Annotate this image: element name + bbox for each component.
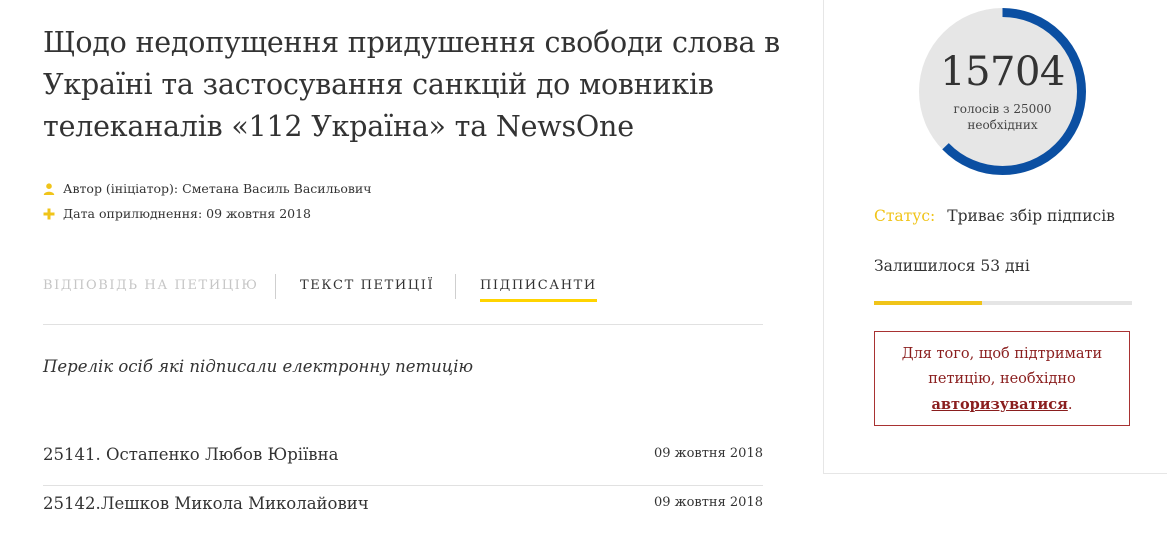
petition-author: Автор (ініціатор): Сметана Василь Василь… xyxy=(43,181,372,196)
petition-date: Дата оприлюднення: 09 жовтня 2018 xyxy=(43,206,311,221)
petition-sidebar: 15704 голосів з 25000 необхідних Статус:… xyxy=(823,0,1167,474)
petition-tabs: ВІДПОВІДЬ НА ПЕТИЦІЮ ТЕКСТ ПЕТИЦІЇ ПІДПИ… xyxy=(43,274,763,304)
signature-gauge: 15704 голосів з 25000 необхідних xyxy=(915,4,1090,179)
status-value: Триває збір підписів xyxy=(947,207,1115,225)
signature-goal-line2: необхідних xyxy=(967,118,1038,132)
author-name: Сметана Василь Васильович xyxy=(182,181,372,196)
signer-name: 25141. Остапенко Любов Юріївна xyxy=(43,445,339,464)
auth-notice-text: Для того, щоб підтримати петицію, необхі… xyxy=(901,346,1103,387)
tab-divider xyxy=(455,274,456,299)
days-remaining: Залишилося 53 дні xyxy=(874,257,1030,275)
signature-count: 15704 xyxy=(940,49,1065,95)
auth-notice-period: . xyxy=(1067,397,1073,413)
time-progress-fill xyxy=(874,301,983,305)
signature-goal: голосів з 25000 необхідних xyxy=(915,101,1090,133)
login-link[interactable]: авторизуватися xyxy=(932,396,1068,413)
tab-signers[interactable]: ПІДПИСАНТИ xyxy=(480,278,597,302)
author-label: Автор (ініціатор): xyxy=(63,181,179,196)
petition-status: Статус: Триває збір підписів xyxy=(874,207,1115,225)
tab-answer[interactable]: ВІДПОВІДЬ НА ПЕТИЦІЮ xyxy=(43,278,259,293)
tabs-divider xyxy=(43,324,763,325)
signature-goal-line1: голосів з 25000 xyxy=(953,102,1052,116)
signer-date: 09 жовтня 2018 xyxy=(653,446,763,461)
tab-divider xyxy=(275,274,276,299)
signer-date: 09 жовтня 2018 xyxy=(653,495,763,510)
date-value: 09 жовтня 2018 xyxy=(206,206,311,221)
plus-icon xyxy=(43,208,55,220)
petition-title: Щодо недопущення придушення свободи слов… xyxy=(43,26,780,143)
status-label: Статус: xyxy=(874,207,936,225)
auth-notice: Для того, щоб підтримати петицію, необхі… xyxy=(874,331,1130,426)
table-row: 25141. Остапенко Любов Юріївна 09 жовтня… xyxy=(43,437,763,486)
table-row: 25142.Лешков Микола Миколайович 09 жовтн… xyxy=(43,486,763,534)
time-progress-bar xyxy=(874,301,1132,305)
tab-petition-text[interactable]: ТЕКСТ ПЕТИЦІЇ xyxy=(300,278,434,293)
user-icon xyxy=(43,182,55,195)
date-label: Дата оприлюднення: xyxy=(63,206,203,221)
signers-caption: Перелік осіб які підписали електронну пе… xyxy=(43,357,474,376)
signer-name: 25142.Лешков Микола Миколайович xyxy=(43,494,369,513)
